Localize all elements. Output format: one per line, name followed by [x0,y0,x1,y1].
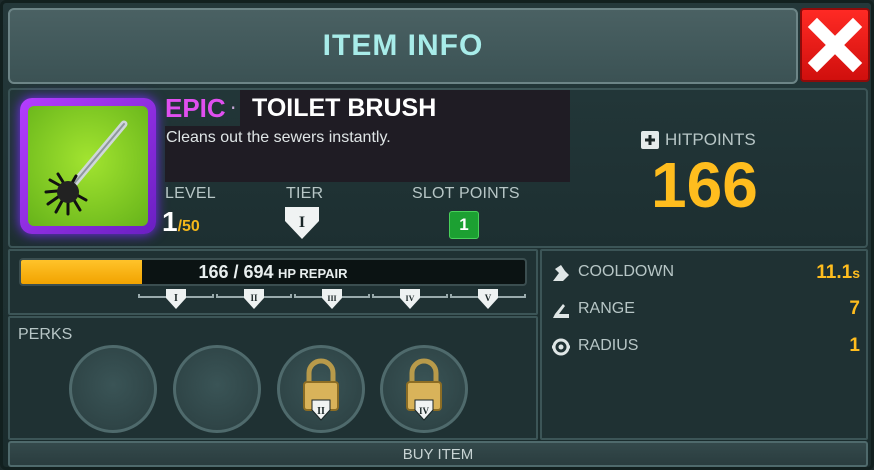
tier-marker: IV [372,288,448,309]
radius-value: 1 [849,335,860,356]
cooldown-label: COOLDOWN [578,263,674,280]
item-rarity: EPIC [165,93,226,123]
item-icon-frame [20,98,156,234]
tier-label: TIER [286,185,324,202]
level-label: LEVEL [165,185,216,202]
level-value: 1/50 [162,206,200,237]
range-label: RANGE [578,300,635,317]
hitpoints-value: 166 [651,149,758,221]
cooldown-value: 11.1s [816,262,860,283]
svg-text:III: III [327,294,336,303]
svg-text:I: I [299,214,305,231]
dialog-header: ITEM INFO [8,8,798,84]
title-separator: · [230,96,237,120]
perks-label: PERKS [18,326,73,343]
tier-marker: III [294,288,370,309]
radius-label: RADIUS [578,337,639,354]
item-description: Cleans out the sewers instantly. [166,129,391,146]
toilet-brush-icon [44,120,128,216]
tier-shield-icon: V [478,289,498,309]
tier-shield-icon: IV [400,289,420,309]
cooldown-icon [553,265,569,281]
svg-text:I: I [174,293,178,304]
dialog-title: ITEM INFO [322,29,484,62]
tier-shield-icon: II [244,289,264,309]
svg-text:IV: IV [406,294,415,303]
padlock-icon: II [303,358,339,421]
svg-text:V: V [485,293,492,303]
hitpoints-label: HITPOINTS [665,130,756,149]
tier-shield-icon: I [285,207,319,239]
buy-item-label: BUY ITEM [402,445,474,463]
slot-points-label: SLOT POINTS [412,185,520,202]
buy-item-button[interactable]: BUY ITEM [8,441,868,467]
tier-marker: II [216,288,292,309]
range-value: 7 [849,298,860,319]
range-icon [553,304,569,318]
repair-progress-bar: 166 / 694 HP REPAIR [19,258,527,286]
tier-marker: I [138,288,214,309]
svg-text:II: II [250,293,258,303]
tier-shield-icon: III [322,289,342,309]
tier-shield-icon: I [166,289,186,309]
svg-text:IV: IV [419,406,430,416]
close-icon [807,17,863,73]
perk-slot-locked[interactable]: IV [380,345,468,433]
slot-points-badge: 1 [449,211,479,239]
repair-progress-text: 166 / 694 HP REPAIR [198,262,348,282]
perk-slot-empty[interactable] [69,345,157,433]
item-name: TOILET BRUSH [252,94,437,122]
tier-marker: V [450,288,526,309]
radius-icon [552,338,570,356]
svg-text:II: II [317,406,325,417]
hitpoints-icon [641,131,659,149]
padlock-icon: IV [406,358,442,421]
perk-slot-empty[interactable] [173,345,261,433]
perk-slot-locked[interactable]: II [277,345,365,433]
close-button[interactable] [800,8,870,82]
